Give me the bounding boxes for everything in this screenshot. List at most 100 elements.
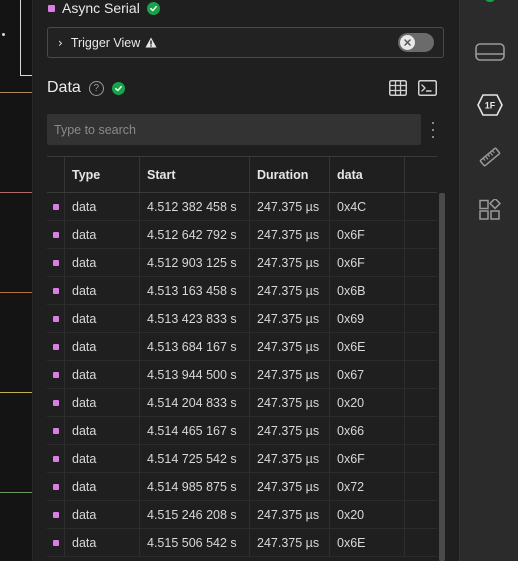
table-body: data 4.512 382 458 s 247.375 µs 0x4C data 4.5… — [47, 193, 437, 557]
column-header-duration[interactable]: Duration — [250, 157, 330, 192]
cell-type: data — [65, 445, 140, 472]
cell-duration: 247.375 µs — [250, 221, 330, 248]
channel-line — [0, 392, 32, 393]
cell-data: 0x6B — [330, 277, 405, 304]
waveform-canvas[interactable] — [0, 0, 33, 561]
table-row[interactable]: data 4.514 204 833 s 247.375 µs 0x20 — [47, 389, 437, 417]
table-row[interactable]: data 4.514 985 875 s 247.375 µs 0x72 — [47, 473, 437, 501]
cell-type: data — [65, 333, 140, 360]
cell-duration: 247.375 µs — [250, 473, 330, 500]
trigger-view-row[interactable]: › Trigger View — [47, 27, 444, 58]
cell-duration: 247.375 µs — [250, 389, 330, 416]
column-header-start[interactable]: Start — [140, 157, 250, 192]
row-color-swatch — [47, 277, 65, 304]
cell-start: 4.513 163 458 s — [140, 277, 250, 304]
cell-spacer — [405, 501, 437, 528]
cell-start: 4.514 985 875 s — [140, 473, 250, 500]
cell-data: 0x67 — [330, 361, 405, 388]
cell-spacer — [405, 473, 437, 500]
table-row[interactable]: data 4.512 903 125 s 247.375 µs 0x6F — [47, 249, 437, 277]
analyzer-header[interactable]: Async Serial — [48, 0, 160, 16]
channel-line — [0, 92, 32, 93]
table-row[interactable]: data 4.514 725 542 s 247.375 µs 0x6F — [47, 445, 437, 473]
row-color-swatch — [47, 361, 65, 388]
terminal-view-icon[interactable] — [417, 78, 437, 97]
cell-start: 4.513 944 500 s — [140, 361, 250, 388]
toggle-knob — [400, 35, 415, 50]
cell-data: 0x6F — [330, 445, 405, 472]
cell-data: 0x69 — [330, 305, 405, 332]
cell-duration: 247.375 µs — [250, 305, 330, 332]
cell-spacer — [405, 445, 437, 472]
cell-data: 0x6E — [330, 529, 405, 556]
column-header-type[interactable]: Type — [65, 157, 140, 192]
column-header-spacer — [405, 157, 437, 192]
cell-spacer — [405, 193, 437, 220]
cell-duration: 247.375 µs — [250, 249, 330, 276]
cell-data: 0x4C — [330, 193, 405, 220]
measure-icon[interactable] — [475, 142, 505, 172]
extensions-icon[interactable] — [475, 195, 505, 225]
row-color-swatch — [47, 193, 65, 220]
cell-type: data — [65, 389, 140, 416]
table-row[interactable]: data 4.512 642 792 s 247.375 µs 0x6F — [47, 221, 437, 249]
row-color-swatch — [47, 417, 65, 444]
search-input[interactable] — [47, 114, 421, 145]
row-color-swatch — [47, 389, 65, 416]
cell-duration: 247.375 µs — [250, 529, 330, 556]
cell-duration: 247.375 µs — [250, 193, 330, 220]
cell-data: 0x20 — [330, 389, 405, 416]
channel-line — [0, 292, 32, 293]
table-header: Type Start Duration data — [47, 157, 437, 193]
analyzer-color-swatch — [52, 483, 59, 490]
cell-duration: 247.375 µs — [250, 277, 330, 304]
analyzer-color-swatch — [52, 287, 59, 294]
close-icon — [404, 39, 411, 46]
analyzer-color-swatch — [52, 399, 59, 406]
analyzer-color-swatch — [52, 455, 59, 462]
cell-data: 0x20 — [330, 501, 405, 528]
table-row[interactable]: data 4.515 506 542 s 247.375 µs 0x6E — [47, 529, 437, 557]
row-color-swatch — [47, 221, 65, 248]
cell-duration: 247.375 µs — [250, 417, 330, 444]
table-row[interactable]: data 4.512 382 458 s 247.375 µs 0x4C — [47, 193, 437, 221]
row-color-swatch — [47, 249, 65, 276]
table-row[interactable]: data 4.513 944 500 s 247.375 µs 0x67 — [47, 361, 437, 389]
cell-start: 4.513 423 833 s — [140, 305, 250, 332]
cell-spacer — [405, 249, 437, 276]
cell-data: 0x6E — [330, 333, 405, 360]
cell-spacer — [405, 277, 437, 304]
scrollbar-thumb[interactable] — [439, 193, 445, 561]
cell-start: 4.515 506 542 s — [140, 529, 250, 556]
cell-type: data — [65, 277, 140, 304]
row-color-swatch — [47, 501, 65, 528]
table-row[interactable]: data 4.513 423 833 s 247.375 µs 0x69 — [47, 305, 437, 333]
chevron-right-icon[interactable]: › — [58, 36, 63, 50]
analyzer-color-swatch — [52, 231, 59, 238]
cell-type: data — [65, 221, 140, 248]
cell-data: 0x6F — [330, 249, 405, 276]
device-icon[interactable] — [475, 37, 505, 67]
table-row[interactable]: data 4.515 246 208 s 247.375 µs 0x20 — [47, 501, 437, 529]
cell-start: 4.512 642 792 s — [140, 221, 250, 248]
analyzer-color-swatch — [52, 539, 59, 546]
cell-data: 0x72 — [330, 473, 405, 500]
table-row[interactable]: data 4.513 684 167 s 247.375 µs 0x6E — [47, 333, 437, 361]
cell-data: 0x6F — [330, 221, 405, 248]
table-view-icon[interactable] — [388, 78, 408, 97]
help-icon[interactable]: ? — [88, 80, 104, 96]
trigger-view-toggle[interactable] — [398, 33, 434, 52]
table-row[interactable]: data 4.514 465 167 s 247.375 µs 0x66 — [47, 417, 437, 445]
column-header-data[interactable]: data — [330, 157, 405, 192]
cell-type: data — [65, 193, 140, 220]
cell-type: data — [65, 529, 140, 556]
cell-spacer — [405, 417, 437, 444]
analyzer-icon[interactable]: 1F — [475, 90, 505, 120]
cell-start: 4.514 204 833 s — [140, 389, 250, 416]
table-row[interactable]: data 4.513 163 458 s 247.375 µs 0x6B — [47, 277, 437, 305]
cell-start: 4.514 465 167 s — [140, 417, 250, 444]
more-options-icon[interactable] — [427, 122, 439, 138]
row-color-swatch — [47, 529, 65, 556]
warning-icon — [145, 37, 157, 48]
cell-spacer — [405, 389, 437, 416]
